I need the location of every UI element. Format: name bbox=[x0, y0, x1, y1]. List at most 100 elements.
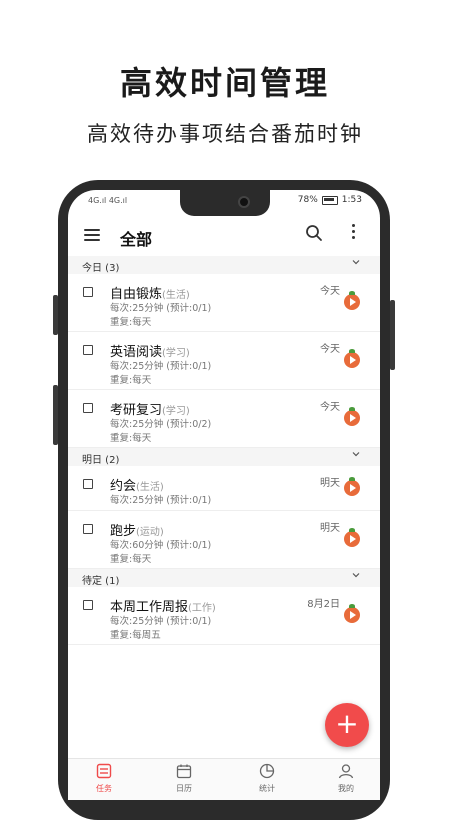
tomato-play-icon[interactable] bbox=[344, 528, 360, 547]
task-item[interactable]: 自由锻炼(生活) 每次:25分钟 (预计:0/1) 重复:每天 今天 bbox=[68, 274, 380, 332]
tomato-play-icon[interactable] bbox=[344, 291, 360, 310]
task-title: 自由锻炼(生活) bbox=[110, 283, 190, 302]
task-meta: 每次:25分钟 (预计:0/1) bbox=[110, 494, 211, 508]
task-checkbox[interactable] bbox=[83, 524, 93, 534]
nav-label: 任务 bbox=[96, 784, 112, 793]
battery-icon bbox=[321, 195, 338, 205]
nav-calendar[interactable]: 日历 bbox=[154, 763, 214, 794]
task-date: 今天 bbox=[320, 344, 340, 355]
promo-title: 高效时间管理 bbox=[119, 64, 330, 102]
nav-label: 日历 bbox=[176, 784, 192, 793]
tomato-play-icon[interactable] bbox=[344, 604, 360, 623]
search-icon[interactable] bbox=[305, 224, 323, 242]
group-label: 今日 (3) bbox=[82, 263, 120, 274]
task-meta: 每次:25分钟 (预计:0/1) 重复:每天 bbox=[110, 302, 211, 330]
task-item[interactable]: 约会(生活) 每次:25分钟 (预计:0/1) 明天 bbox=[68, 466, 380, 511]
task-title: 约会(生活) bbox=[110, 475, 164, 494]
tomato-play-icon[interactable] bbox=[344, 477, 360, 496]
tomato-play-icon[interactable] bbox=[344, 407, 360, 426]
task-item[interactable]: 英语阅读(学习) 每次:25分钟 (预计:0/1) 重复:每天 今天 bbox=[68, 332, 380, 390]
task-title-text: 英语阅读 bbox=[110, 345, 163, 360]
chevron-down-icon[interactable] bbox=[352, 450, 360, 458]
promo-subtitle: 高效待办事项结合番茄时钟 bbox=[87, 122, 363, 146]
menu-icon[interactable] bbox=[84, 229, 100, 241]
task-duration: 每次:25分钟 (预计:0/1) bbox=[110, 303, 212, 314]
status-bar-right: 78% 1:53 bbox=[298, 195, 362, 205]
task-checkbox[interactable] bbox=[83, 287, 93, 297]
task-repeat: 重复:每天 bbox=[110, 433, 152, 444]
nav-tasks[interactable]: 任务 bbox=[74, 763, 134, 794]
phone-screen: 4G.ıl 4G.ıl 78% 1:53 全部 今日 (3) 自由锻炼(生活) … bbox=[68, 190, 380, 800]
task-checkbox[interactable] bbox=[83, 600, 93, 610]
task-date: 8月2日 bbox=[307, 599, 340, 610]
task-title-text: 跑步 bbox=[110, 524, 137, 539]
bottom-nav: 任务 日历 统计 我的 bbox=[68, 758, 380, 800]
chevron-down-icon[interactable] bbox=[352, 571, 360, 579]
user-icon bbox=[338, 764, 354, 779]
add-task-button[interactable]: + bbox=[325, 703, 369, 747]
signal-indicator: 4G.ıl 4G.ıl bbox=[88, 196, 128, 205]
app-bar: 全部 bbox=[68, 220, 380, 254]
task-title: 跑步(运动) bbox=[110, 520, 164, 539]
task-meta: 每次:25分钟 (预计:0/1) 重复:每周五 bbox=[110, 615, 211, 643]
task-category: (运动) bbox=[136, 527, 164, 538]
task-date: 今天 bbox=[320, 402, 340, 413]
task-item[interactable]: 跑步(运动) 每次:60分钟 (预计:0/1) 重复:每天 明天 bbox=[68, 511, 380, 569]
task-title-text: 考研复习 bbox=[110, 403, 163, 418]
nav-stats[interactable]: 统计 bbox=[237, 763, 297, 794]
phone-button bbox=[53, 385, 58, 445]
task-item[interactable]: 考研复习(学习) 每次:25分钟 (预计:0/2) 重复:每天 今天 bbox=[68, 390, 380, 448]
tasks-icon bbox=[96, 763, 112, 779]
task-title: 本周工作周报(工作) bbox=[110, 596, 216, 615]
task-meta: 每次:25分钟 (预计:0/2) 重复:每天 bbox=[110, 418, 211, 446]
phone-notch bbox=[180, 190, 270, 216]
task-checkbox[interactable] bbox=[83, 345, 93, 355]
task-category: (生活) bbox=[162, 290, 190, 301]
battery-percent: 78% bbox=[297, 195, 318, 205]
task-duration: 每次:60分钟 (预计:0/1) bbox=[110, 540, 212, 551]
chevron-down-icon[interactable] bbox=[352, 258, 360, 266]
task-repeat: 重复:每天 bbox=[110, 375, 152, 386]
calendar-icon bbox=[176, 764, 192, 779]
nav-profile[interactable]: 我的 bbox=[316, 763, 376, 794]
nav-label: 我的 bbox=[338, 784, 354, 793]
task-title-text: 约会 bbox=[110, 479, 137, 494]
task-title-text: 自由锻炼 bbox=[110, 287, 163, 302]
more-vert-icon[interactable] bbox=[351, 224, 355, 242]
task-item[interactable]: 本周工作周报(工作) 每次:25分钟 (预计:0/1) 重复:每周五 8月2日 bbox=[68, 587, 380, 645]
task-checkbox[interactable] bbox=[83, 479, 93, 489]
group-label: 待定 (1) bbox=[82, 576, 120, 587]
phone-button bbox=[390, 300, 395, 370]
task-title: 英语阅读(学习) bbox=[110, 341, 190, 360]
task-duration: 每次:25分钟 (预计:0/2) bbox=[110, 419, 212, 430]
camera-icon bbox=[238, 196, 250, 208]
task-title-text: 本周工作周报 bbox=[110, 600, 189, 615]
task-duration: 每次:25分钟 (预计:0/1) bbox=[110, 495, 212, 506]
task-meta: 每次:60分钟 (预计:0/1) 重复:每天 bbox=[110, 539, 211, 567]
group-label: 明日 (2) bbox=[82, 455, 120, 466]
task-meta: 每次:25分钟 (预计:0/1) 重复:每天 bbox=[110, 360, 211, 388]
task-date: 明天 bbox=[320, 478, 340, 489]
group-header-today[interactable]: 今日 (3) bbox=[68, 256, 380, 274]
task-date: 今天 bbox=[320, 286, 340, 297]
page-title: 全部 bbox=[120, 230, 153, 249]
task-category: (生活) bbox=[136, 482, 164, 493]
tomato-play-icon[interactable] bbox=[344, 349, 360, 368]
task-title: 考研复习(学习) bbox=[110, 399, 190, 418]
task-list: 今日 (3) 自由锻炼(生活) 每次:25分钟 (预计:0/1) 重复:每天 今天… bbox=[68, 256, 380, 645]
group-header-pending[interactable]: 待定 (1) bbox=[68, 569, 380, 587]
pie-chart-icon bbox=[259, 763, 275, 779]
task-repeat: 重复:每天 bbox=[110, 554, 152, 565]
task-category: (学习) bbox=[162, 348, 190, 359]
task-repeat: 重复:每天 bbox=[110, 317, 152, 328]
task-duration: 每次:25分钟 (预计:0/1) bbox=[110, 616, 212, 627]
task-category: (工作) bbox=[188, 603, 216, 614]
task-repeat: 重复:每周五 bbox=[110, 630, 161, 641]
task-checkbox[interactable] bbox=[83, 403, 93, 413]
group-header-tomorrow[interactable]: 明日 (2) bbox=[68, 448, 380, 466]
task-category: (学习) bbox=[162, 406, 190, 417]
status-time: 1:53 bbox=[341, 195, 362, 205]
task-date: 明天 bbox=[320, 523, 340, 534]
task-duration: 每次:25分钟 (预计:0/1) bbox=[110, 361, 212, 372]
phone-button bbox=[53, 295, 58, 335]
